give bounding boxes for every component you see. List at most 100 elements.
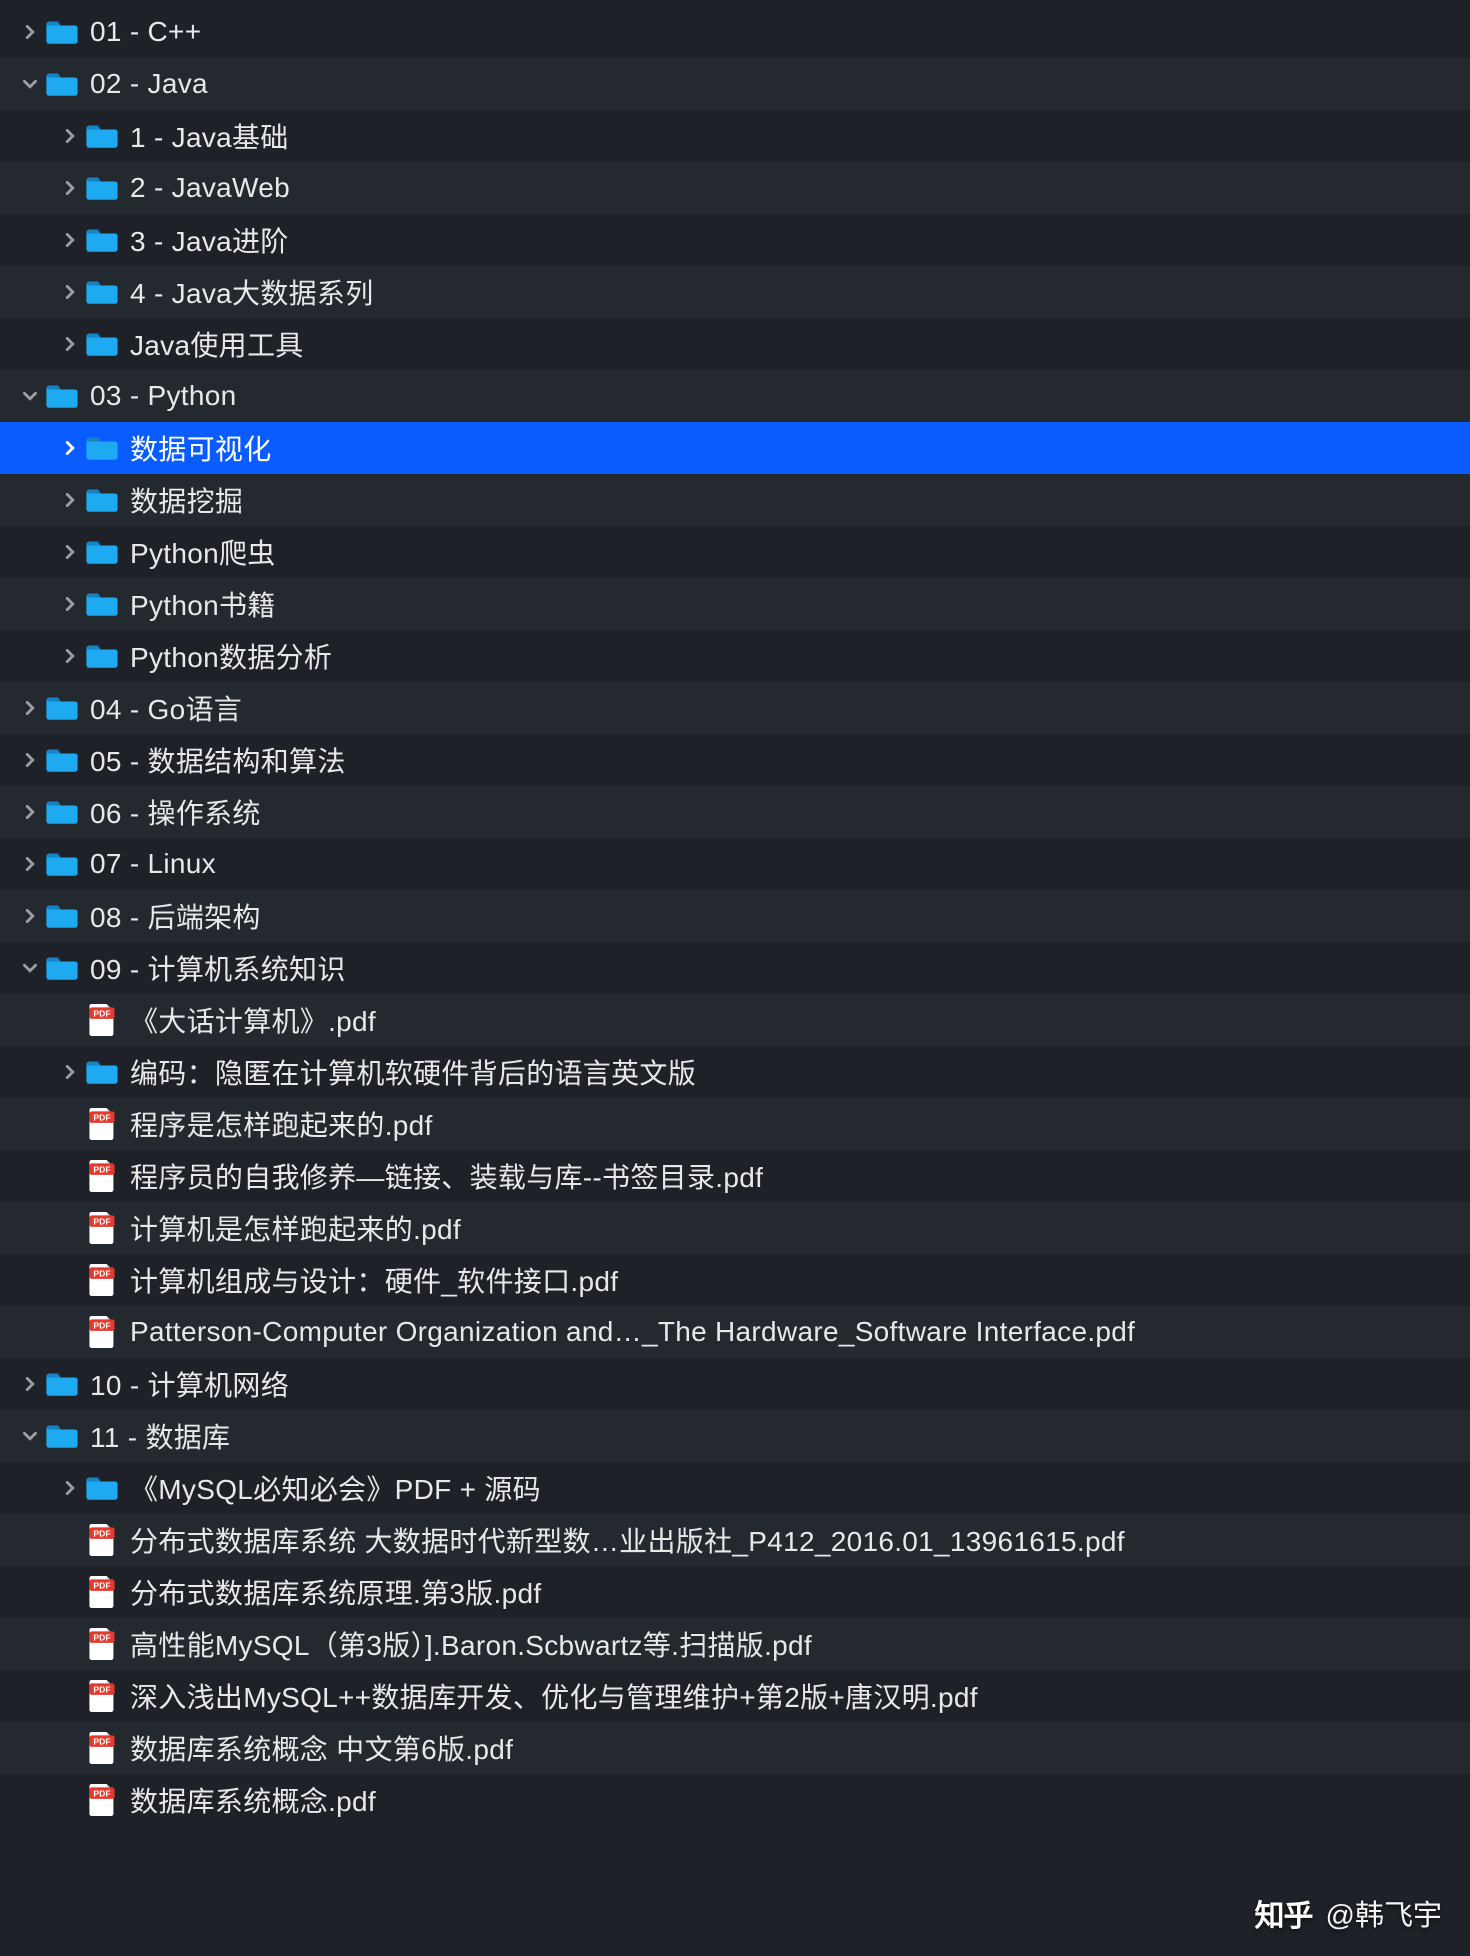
pdf-file-icon: PDF [86,1784,118,1816]
chevron-right-icon[interactable] [58,285,82,299]
pdf-file-icon: PDF [86,1524,118,1556]
tree-row[interactable]: PDFPatterson-Computer Organization and…_… [0,1306,1470,1358]
tree-row[interactable]: 《MySQL必知必会》PDF + 源码 [0,1462,1470,1514]
tree-row[interactable]: 05 - 数据结构和算法 [0,734,1470,786]
tree-row[interactable]: Python爬虫 [0,526,1470,578]
folder-icon [86,536,118,568]
chevron-right-icon[interactable] [58,545,82,559]
pdf-file-icon: PDF [86,1316,118,1348]
tree-row[interactable]: PDF深入浅出MySQL++数据库开发、优化与管理维护+第2版+唐汉明.pdf [0,1670,1470,1722]
svg-text:PDF: PDF [93,1581,110,1591]
tree-row[interactable]: PDF 程序是怎样跑起来的.pdf [0,1098,1470,1150]
tree-row[interactable]: 1 - Java基础 [0,110,1470,162]
tree-row[interactable]: 10 - 计算机网络 [0,1358,1470,1410]
tree-row[interactable]: PDF 分布式数据库系统 大数据时代新型数…业出版社_P412_2016.01_1… [0,1514,1470,1566]
tree-row[interactable]: 2 - JavaWeb [0,162,1470,214]
tree-row[interactable]: 3 - Java进阶 [0,214,1470,266]
tree-row[interactable]: 08 - 后端架构 [0,890,1470,942]
pdf-file-icon: PDF [86,1732,118,1764]
svg-text:PDF: PDF [93,1009,110,1019]
tree-item-label: 07 - Linux [90,848,216,880]
tree-row[interactable]: 02 - Java [0,58,1470,110]
tree-row[interactable]: 4 - Java大数据系列 [0,266,1470,318]
tree-item-label: 计算机组成与设计：硬件_软件接口.pdf [130,1260,618,1300]
tree-item-label: 数据挖掘 [130,480,243,520]
chevron-right-icon[interactable] [58,1481,82,1495]
chevron-right-icon[interactable] [18,857,42,871]
folder-icon [86,1056,118,1088]
chevron-right-icon[interactable] [58,337,82,351]
svg-text:PDF: PDF [93,1269,110,1279]
tree-row[interactable]: Python数据分析 [0,630,1470,682]
chevron-down-icon[interactable] [18,1429,42,1443]
tree-item-label: 09 - 计算机系统知识 [90,948,346,988]
tree-item-label: 3 - Java进阶 [130,220,289,260]
chevron-right-icon[interactable] [58,493,82,507]
tree-row[interactable]: 01 - C++ [0,6,1470,58]
chevron-down-icon[interactable] [18,77,42,91]
svg-text:PDF: PDF [93,1113,110,1123]
svg-text:PDF: PDF [93,1633,110,1643]
tree-row[interactable]: PDF《大话计算机》.pdf [0,994,1470,1046]
tree-item-label: 08 - 后端架构 [90,896,261,936]
chevron-right-icon[interactable] [58,181,82,195]
svg-text:PDF: PDF [93,1789,110,1799]
chevron-down-icon[interactable] [18,961,42,975]
tree-item-label: 分布式数据库系统原理.第3版.pdf [130,1572,541,1612]
pdf-file-icon: PDF [86,1628,118,1660]
chevron-right-icon[interactable] [18,805,42,819]
tree-item-label: 高性能MySQL（第3版）].Baron.Scbwartz等.扫描版.pdf [130,1624,812,1664]
tree-item-label: 程序是怎样跑起来的.pdf [130,1104,433,1144]
chevron-right-icon[interactable] [58,597,82,611]
tree-row[interactable]: 编码：隐匿在计算机软硬件背后的语言英文版 [0,1046,1470,1098]
pdf-file-icon: PDF [86,1108,118,1140]
tree-item-label: 06 - 操作系统 [90,792,261,832]
chevron-right-icon[interactable] [58,1065,82,1079]
svg-text:PDF: PDF [93,1685,110,1695]
tree-row[interactable]: PDF 分布式数据库系统原理.第3版.pdf [0,1566,1470,1618]
tree-item-label: Java使用工具 [130,324,304,364]
tree-row[interactable]: PDF计算机是怎样跑起来的.pdf [0,1202,1470,1254]
tree-row[interactable]: 数据挖掘 [0,474,1470,526]
tree-row[interactable]: 09 - 计算机系统知识 [0,942,1470,994]
tree-row[interactable]: PDF 高性能MySQL（第3版）].Baron.Scbwartz等.扫描版.pd… [0,1618,1470,1670]
chevron-down-icon[interactable] [18,389,42,403]
pdf-file-icon: PDF [86,1160,118,1192]
tree-row[interactable]: 06 - 操作系统 [0,786,1470,838]
tree-row[interactable]: 07 - Linux [0,838,1470,890]
tree-row[interactable]: 数据可视化 [0,422,1470,474]
tree-row[interactable]: PDF程序员的自我修养—链接、装载与库--书签目录.pdf [0,1150,1470,1202]
chevron-right-icon[interactable] [58,649,82,663]
folder-icon [46,1420,78,1452]
tree-item-label: 02 - Java [90,68,208,100]
chevron-right-icon[interactable] [18,1377,42,1391]
chevron-right-icon[interactable] [18,701,42,715]
watermark: 知乎 @韩飞宇 [1254,1892,1442,1934]
chevron-right-icon[interactable] [58,129,82,143]
tree-item-label: Python书籍 [130,584,276,624]
chevron-right-icon[interactable] [18,753,42,767]
folder-icon [86,276,118,308]
chevron-right-icon[interactable] [58,233,82,247]
tree-item-label: 《MySQL必知必会》PDF + 源码 [130,1468,541,1508]
zhihu-logo-icon: 知乎 [1254,1897,1314,1929]
tree-item-label: 11 - 数据库 [90,1416,230,1456]
tree-row[interactable]: PDF数据库系统概念.pdf [0,1774,1470,1826]
pdf-file-icon: PDF [86,1264,118,1296]
tree-row[interactable]: 04 - Go语言 [0,682,1470,734]
tree-row[interactable]: Python书籍 [0,578,1470,630]
folder-icon [86,484,118,516]
tree-item-label: 分布式数据库系统 大数据时代新型数…业出版社_P412_2016.01_1396… [130,1520,1125,1560]
chevron-right-icon[interactable] [18,909,42,923]
tree-item-label: 05 - 数据结构和算法 [90,740,346,780]
file-tree[interactable]: 01 - C++ 02 - Java 1 - Java基础2 - JavaWeb 3 … [0,0,1470,1826]
tree-item-label: Python数据分析 [130,636,332,676]
folder-icon [46,952,78,984]
tree-row[interactable]: 11 - 数据库 [0,1410,1470,1462]
chevron-right-icon[interactable] [18,25,42,39]
chevron-right-icon[interactable] [58,441,82,455]
tree-row[interactable]: Java使用工具 [0,318,1470,370]
tree-row[interactable]: PDF数据库系统概念 中文第6版.pdf [0,1722,1470,1774]
tree-row[interactable]: PDF 计算机组成与设计：硬件_软件接口.pdf [0,1254,1470,1306]
tree-row[interactable]: 03 - Python [0,370,1470,422]
